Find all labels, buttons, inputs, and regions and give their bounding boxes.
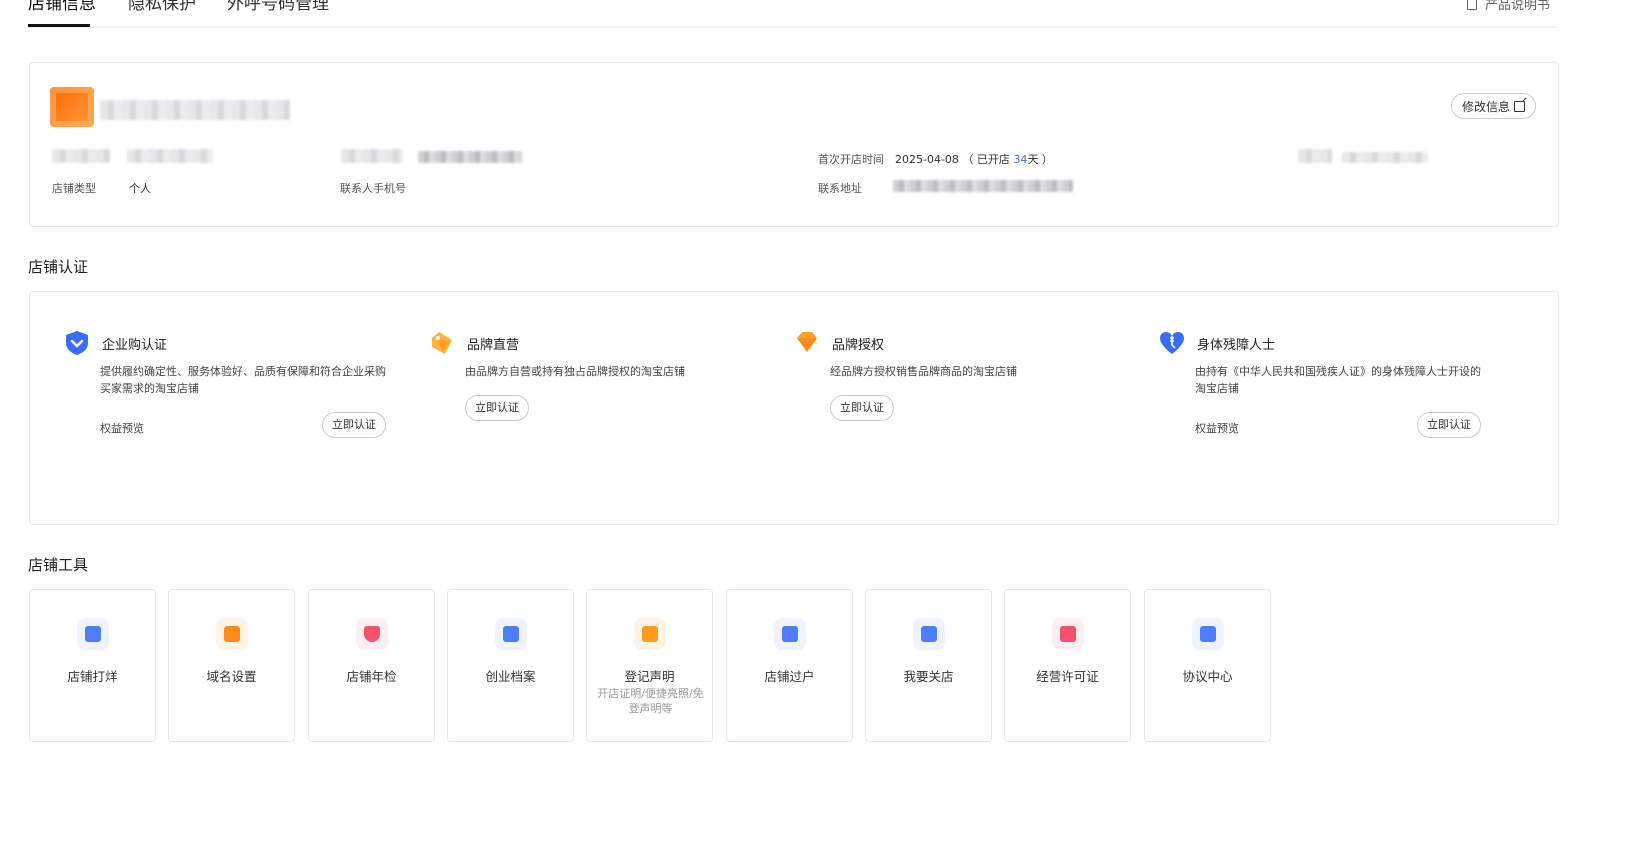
certify-button[interactable]: 立即认证 [465, 395, 529, 421]
open-time-value: 2025-04-08 （ 已开店 34天 ） [895, 153, 1053, 166]
tool-close-shop[interactable]: 我要关店 [865, 589, 992, 742]
tool-name: 店铺年检 [346, 669, 397, 684]
license-folder-icon [1052, 618, 1084, 650]
product-manual-link[interactable]: 产品说明书 [1466, 0, 1550, 13]
shop-type-label: 店铺类型 [52, 182, 96, 195]
tool-shop-close[interactable]: 店铺打烊 [29, 589, 156, 742]
cert-desc: 由持有《中华人民共和国残疾人证》的身体残障人士开设的淘宝店铺 [1195, 365, 1481, 395]
agreement-icon [1192, 618, 1224, 650]
tool-declaration[interactable]: 登记声明 开店证明/便捷亮照/免登声明等 [586, 589, 713, 742]
book-icon [1466, 0, 1477, 10]
open-time-label: 首次开店时间 [818, 153, 884, 166]
tool-name: 店铺过户 [764, 669, 815, 684]
tool-name: 我要关店 [903, 669, 954, 684]
tool-domain[interactable]: 域名设置 [168, 589, 295, 742]
heart-accessibility-icon [1160, 332, 1184, 354]
tool-subtitle: 开店证明/便捷亮照/免登声明等 [597, 687, 704, 715]
certification-title: 店铺认证 [28, 258, 89, 276]
cert-desc: 经品牌方授权销售品牌商品的淘宝店铺 [830, 365, 1017, 378]
tool-transfer[interactable]: 店铺过户 [726, 589, 853, 742]
edit-info-label: 修改信息 [1461, 99, 1510, 114]
redacted-label [52, 149, 110, 163]
perk-preview-link[interactable]: 权益预览 [1195, 420, 1239, 436]
external-link-icon [1514, 100, 1525, 112]
tool-agreement-center[interactable]: 协议中心 [1144, 589, 1271, 742]
redacted-label [1298, 149, 1332, 163]
tab-privacy[interactable]: 隐私保护 [128, 0, 196, 16]
certify-button[interactable]: 立即认证 [1417, 412, 1481, 438]
redacted-value [418, 151, 522, 163]
tab-outbound-numbers[interactable]: 外呼号码管理 [227, 0, 329, 16]
cert-desc: 提供履约确定性、服务体验好、品质有保障和符合企业采购买家需求的淘宝店铺 [100, 365, 386, 395]
active-tab-indicator [28, 24, 90, 27]
contact-phone-label: 联系人手机号 [340, 182, 406, 195]
product-manual-label: 产品说明书 [1484, 0, 1550, 13]
redacted-value [1342, 152, 1428, 163]
transfer-icon [774, 618, 806, 650]
address-redacted [893, 180, 1073, 192]
cert-name: 品牌直营 [467, 338, 520, 353]
tool-business-license[interactable]: 经营许可证 [1004, 589, 1131, 742]
shop-logo [50, 87, 94, 127]
diamond-icon [797, 332, 817, 352]
edit-info-button[interactable]: 修改信息 [1450, 93, 1536, 119]
certification-card: 企业购认证 提供履约确定性、服务体验好、品质有保障和符合企业采购买家需求的淘宝店… [29, 291, 1559, 525]
address-label: 联系地址 [818, 182, 862, 195]
declaration-icon [634, 618, 666, 650]
inspection-shield-icon [356, 618, 388, 650]
cert-desc: 由品牌方自营或持有独占品牌授权的淘宝店铺 [465, 365, 685, 378]
tool-archive[interactable]: 创业档案 [447, 589, 574, 742]
certify-button[interactable]: 立即认证 [322, 412, 386, 438]
shop-close-icon [77, 618, 109, 650]
tag-icon [432, 332, 452, 354]
redacted-label [341, 149, 403, 163]
archive-icon [495, 618, 527, 650]
shield-check-icon [66, 331, 88, 355]
redacted-value [127, 149, 213, 163]
tab-shop-info[interactable]: 店铺信息 [28, 0, 96, 16]
shop-info-card: 修改信息 首次开店时间 2025-04-08 （ 已开店 34天 ） 店铺类型 … [29, 62, 1559, 227]
tool-name: 登记声明 [624, 669, 675, 684]
tool-name: 创业档案 [485, 669, 536, 684]
shop-type-value: 个人 [129, 182, 151, 195]
tools-title: 店铺工具 [28, 556, 89, 574]
perk-preview-link[interactable]: 权益预览 [100, 420, 144, 436]
close-shop-icon [913, 618, 945, 650]
tool-name: 店铺打烊 [67, 669, 118, 684]
tool-name: 协议中心 [1182, 669, 1233, 684]
certify-button[interactable]: 立即认证 [830, 395, 894, 421]
tab-bar: 店铺信息 隐私保护 外呼号码管理 产品说明书 [28, 0, 1556, 28]
cert-name: 企业购认证 [102, 338, 168, 353]
shop-name-redacted [100, 100, 290, 120]
tool-name: 域名设置 [206, 669, 257, 684]
cert-name: 品牌授权 [832, 338, 885, 353]
tool-annual-inspection[interactable]: 店铺年检 [308, 589, 435, 742]
tool-name: 经营许可证 [1036, 669, 1099, 684]
domain-icon [216, 618, 248, 650]
cert-name: 身体残障人士 [1197, 338, 1276, 353]
